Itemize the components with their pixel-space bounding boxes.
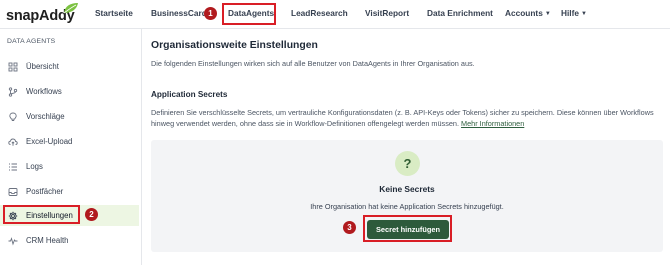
grid-icon bbox=[8, 62, 18, 72]
cloud-upload-icon bbox=[8, 137, 18, 147]
question-icon: ? bbox=[395, 151, 420, 176]
step-badge-3: 3 bbox=[343, 221, 356, 234]
top-navigation: snapAddy Startseite BusinessCard DataAge… bbox=[0, 0, 670, 29]
section-title: Application Secrets bbox=[151, 90, 228, 99]
sidebar-item-crm-health[interactable]: CRM Health bbox=[0, 230, 139, 251]
chevron-down-icon: ▼ bbox=[544, 11, 551, 17]
sidebar: DATA AGENTS Übersicht Workflows Vorschlä… bbox=[0, 29, 142, 265]
highlight-box-einstellungen bbox=[3, 205, 80, 224]
nav-accounts-label: Accounts bbox=[505, 8, 543, 18]
sidebar-item-label: Vorschläge bbox=[26, 111, 65, 121]
highlight-box-add-secret bbox=[363, 215, 452, 242]
empty-state-description: Ihre Organisation hat keine Application … bbox=[310, 202, 504, 211]
nav-data-enrichment[interactable]: Data Enrichment bbox=[427, 8, 493, 19]
nav-startseite[interactable]: Startseite bbox=[95, 8, 133, 19]
sidebar-item-label: Übersicht bbox=[26, 61, 59, 71]
sidebar-item-label: Excel-Upload bbox=[26, 136, 73, 146]
sidebar-item-uebersicht[interactable]: Übersicht bbox=[0, 56, 139, 77]
page-title: Organisationsweite Einstellungen bbox=[151, 40, 318, 51]
section-description: Definieren Sie verschlüsselte Secrets, u… bbox=[151, 107, 663, 129]
lightbulb-icon bbox=[8, 112, 18, 122]
sidebar-heading: DATA AGENTS bbox=[7, 38, 56, 45]
nav-accounts[interactable]: Accounts ▼ bbox=[505, 8, 551, 20]
highlight-box-dataagents bbox=[222, 3, 276, 25]
step-badge-2: 2 bbox=[85, 208, 98, 221]
sidebar-item-workflows[interactable]: Workflows bbox=[0, 81, 139, 102]
sidebar-item-label: CRM Health bbox=[26, 235, 69, 245]
sidebar-item-label: Workflows bbox=[26, 86, 62, 96]
sidebar-item-excel-upload[interactable]: Excel-Upload bbox=[0, 131, 139, 152]
nav-businesscard[interactable]: BusinessCard bbox=[151, 8, 207, 19]
leaf-icon bbox=[63, 3, 78, 14]
empty-state-title: Keine Secrets bbox=[379, 184, 435, 194]
app-logo[interactable]: snapAddy bbox=[6, 3, 78, 25]
nav-hilfe[interactable]: Hilfe ▼ bbox=[561, 8, 587, 20]
nav-leadresearch[interactable]: LeadResearch bbox=[291, 8, 348, 19]
section-description-text: Definieren Sie verschlüsselte Secrets, u… bbox=[151, 108, 654, 128]
sidebar-item-logs[interactable]: Logs bbox=[0, 156, 139, 177]
sidebar-item-label: Postfächer bbox=[26, 186, 64, 196]
sidebar-item-vorschlaege[interactable]: Vorschläge bbox=[0, 106, 139, 127]
page-description: Die folgenden Einstellungen wirken sich … bbox=[151, 59, 475, 68]
nav-hilfe-label: Hilfe bbox=[561, 8, 579, 18]
nav-visitreport[interactable]: VisitReport bbox=[365, 8, 409, 19]
more-info-link[interactable]: Mehr Informationen bbox=[461, 119, 524, 128]
sidebar-item-label: Logs bbox=[26, 161, 43, 171]
list-icon bbox=[8, 162, 18, 172]
inbox-icon bbox=[8, 187, 18, 197]
branch-icon bbox=[8, 86, 18, 97]
step-badge-1: 1 bbox=[204, 7, 217, 20]
sidebar-item-postfaecher[interactable]: Postfächer bbox=[0, 181, 139, 202]
chevron-down-icon: ▼ bbox=[580, 11, 587, 17]
pulse-icon bbox=[8, 236, 18, 246]
